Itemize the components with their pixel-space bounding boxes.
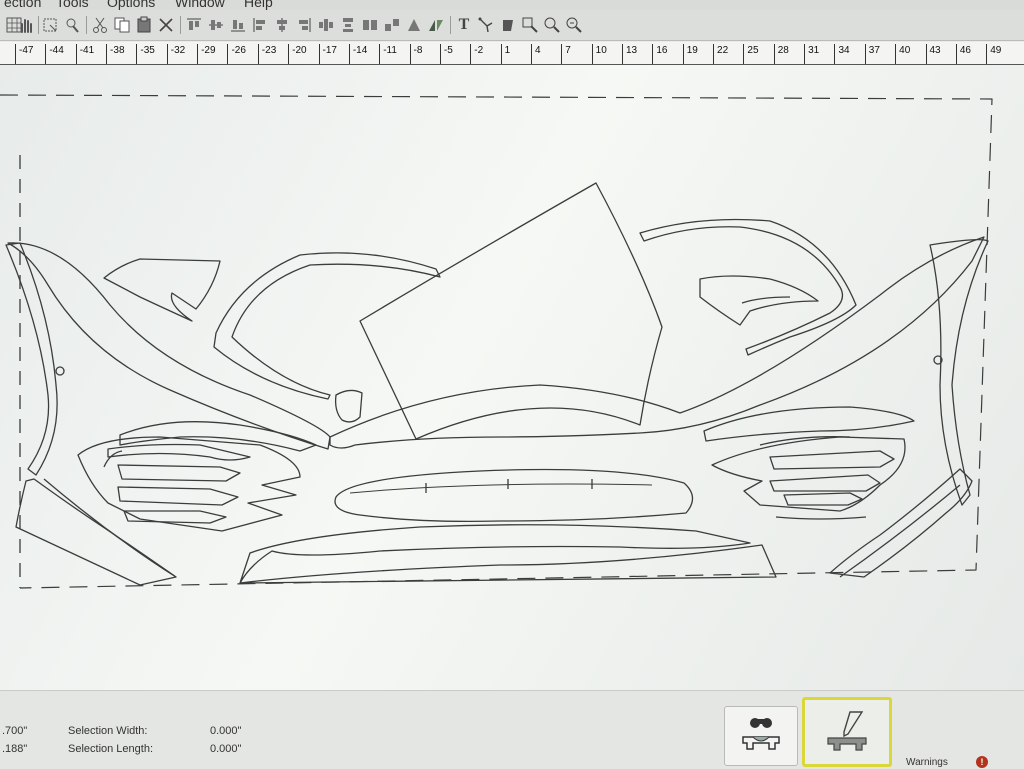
ruler-tick-label: -20	[288, 44, 307, 64]
ruler-tick-label: 10	[591, 44, 607, 64]
selection-width-label: Selection Width:	[68, 725, 148, 737]
ruler-tick-label: 4	[530, 44, 541, 64]
binoculars-tray-icon	[742, 718, 780, 750]
position-y-value: .188"	[2, 743, 28, 755]
toolbar: T	[0, 10, 1024, 41]
menu-item-tools[interactable]: Tools	[56, 0, 89, 10]
ungroup-icon[interactable]	[382, 15, 402, 35]
text-icon[interactable]: T	[454, 15, 474, 35]
left-corner-piece	[15, 478, 177, 586]
left-intake-piece	[77, 436, 301, 532]
align-bottom-icon[interactable]	[228, 15, 248, 35]
lasso-icon[interactable]	[62, 15, 82, 35]
front-splitter-piece	[239, 524, 777, 584]
select-icon[interactable]	[40, 15, 60, 35]
menu-item-selection[interactable]: ection	[4, 0, 41, 10]
cut-design-drawing	[0, 94, 993, 589]
left-mount-hole	[55, 366, 65, 376]
right-headlight-piece	[703, 406, 915, 442]
menu-item-options[interactable]: Options	[107, 0, 155, 10]
mirror-icon[interactable]	[426, 15, 446, 35]
ruler-tick-label: 28	[773, 44, 789, 64]
menu-bar: ection Tools Options Window Help	[0, 0, 1024, 10]
left-upper-vent-piece	[103, 258, 221, 322]
zoom-in-icon[interactable]	[520, 15, 540, 35]
group-icon[interactable]	[360, 15, 380, 35]
windscreen-piece	[359, 182, 663, 440]
ruler-tick-label: -14	[348, 44, 367, 64]
ruler-tick-label: 1	[500, 44, 510, 64]
ruler-tick-label: 46	[955, 44, 971, 64]
menu-item-help[interactable]: Help	[244, 0, 273, 10]
ruler-tick-label: -11	[379, 44, 397, 64]
selection-width-value: 0.000"	[210, 725, 242, 737]
ruler-tick-label: 16	[652, 44, 667, 64]
right-corner-piece	[829, 468, 973, 578]
distribute-icon[interactable]	[316, 15, 336, 35]
ruler-tick-label: 13	[622, 44, 637, 64]
left-arch-trim	[213, 252, 441, 400]
ruler-tick-label: -23	[257, 44, 276, 64]
design-canvas[interactable]	[0, 65, 1024, 690]
align-left-icon[interactable]	[250, 15, 270, 35]
hand-pan-icon[interactable]	[16, 15, 36, 35]
ruler-tick-label: 49	[986, 44, 1001, 64]
position-x-value: .700"	[2, 725, 28, 737]
rotate-icon[interactable]	[404, 15, 424, 35]
align-top-icon[interactable]	[184, 15, 204, 35]
ruler-tick-label: -32	[166, 44, 185, 64]
selection-length-value: 0.000"	[210, 743, 242, 755]
ruler-tick-label: 7	[561, 44, 571, 64]
cut-icon[interactable]	[90, 15, 110, 35]
delete-icon[interactable]	[156, 15, 176, 35]
zoom-out-icon[interactable]	[542, 15, 562, 35]
left-mirror-piece	[334, 389, 363, 423]
selection-length-label: Selection Length:	[68, 743, 154, 755]
ruler-tick-label: 40	[895, 44, 910, 64]
horizontal-ruler: -47 -44 -41 -38 -35 -32 -29 -26 -23 -20 -17 -14 -11-…	[0, 42, 1024, 65]
distribute-vertical-icon[interactable]	[338, 15, 358, 35]
ruler-tick-label: -8	[409, 44, 422, 64]
ruler-tick-label: -5	[439, 44, 453, 64]
ruler-tick-label: -35	[136, 44, 155, 64]
ruler-tick-label: -26	[227, 44, 246, 64]
pencil-tray-icon	[827, 711, 867, 751]
ruler-tick-label: -17	[318, 44, 337, 64]
paste-icon[interactable]	[134, 15, 154, 35]
zoom-fit-icon[interactable]	[564, 15, 584, 35]
mat-boundary	[0, 94, 993, 589]
ruler-tick-label: -47	[15, 44, 33, 64]
ruler-tick-label: 43	[925, 44, 941, 64]
ruler-tick-label: 19	[682, 44, 698, 64]
align-middle-icon[interactable]	[206, 15, 226, 35]
right-intake-piece	[711, 436, 906, 512]
copy-icon[interactable]	[112, 15, 132, 35]
ruler-tick-label: 34	[834, 44, 850, 64]
ruler-tick-label: -29	[197, 44, 216, 64]
right-upper-vent-piece	[699, 275, 819, 326]
ruler-tick-label: -44	[45, 44, 64, 64]
ruler-tick-label: -2	[470, 44, 483, 64]
ruler-tick-label: 25	[743, 44, 759, 64]
left-headlight-piece	[119, 421, 317, 452]
node-edit-icon[interactable]	[476, 15, 496, 35]
warning-icon[interactable]: !	[976, 756, 988, 768]
ruler-tick-label: 31	[804, 44, 819, 64]
menu-item-window[interactable]: Window	[175, 0, 225, 10]
left-fender-piece	[5, 242, 58, 476]
layout-view-button[interactable]	[724, 706, 798, 766]
ruler-tick-label: -38	[106, 44, 125, 64]
weed-icon[interactable]	[498, 15, 518, 35]
align-right-icon[interactable]	[294, 15, 314, 35]
ruler-tick-label: 37	[864, 44, 880, 64]
ruler-tick-label: 22	[713, 44, 728, 64]
align-center-icon[interactable]	[272, 15, 292, 35]
front-bumper-piece	[334, 468, 694, 523]
edit-design-button[interactable]	[802, 697, 892, 767]
warnings-label: Warnings	[906, 757, 948, 768]
ruler-tick-label: -41	[75, 44, 94, 64]
